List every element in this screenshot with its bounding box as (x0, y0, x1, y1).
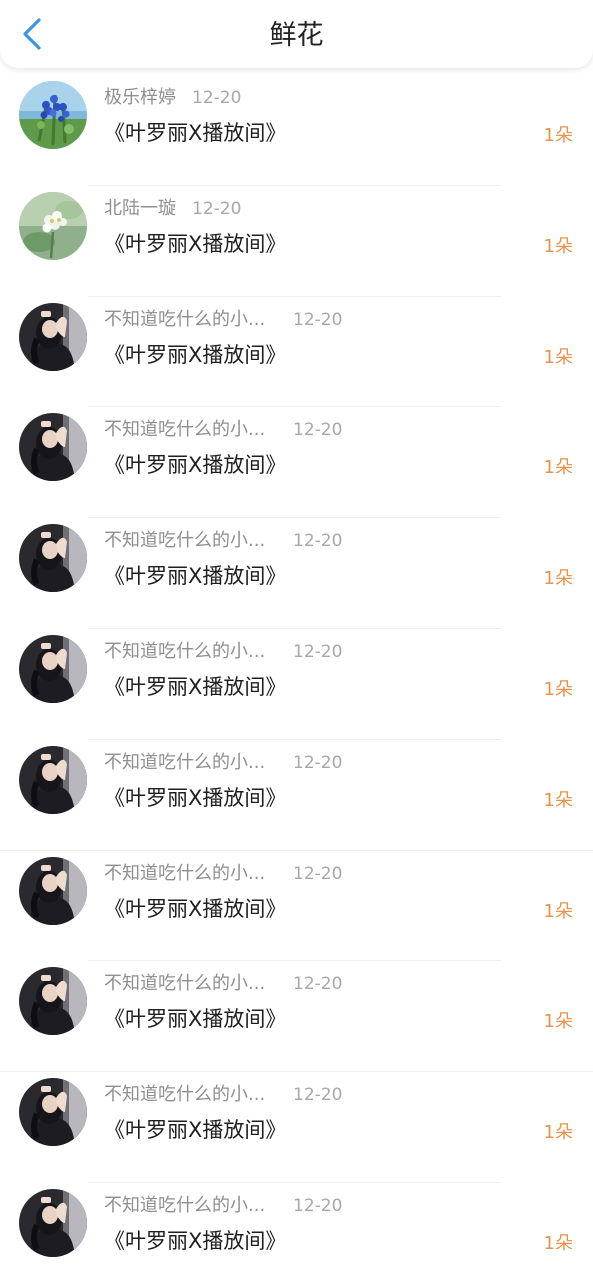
avatar[interactable] (19, 634, 87, 703)
gift-flower-list-screen: 鲜花 极乐梓婷 12-20 《叶罗丽X播放间》 1朵 北陆一璇 12-20 《叶罗丽X播放… (0, 0, 593, 1280)
room-name: 《叶罗丽X播放间》 (104, 674, 287, 699)
room-name: 《叶罗丽X播放间》 (104, 896, 287, 921)
list-item[interactable]: 北陆一璇 12-20 《叶罗丽X播放间》 1朵 (0, 186, 593, 297)
flower-count: 1朵 (543, 568, 573, 590)
user-name: 不知道吃什么的小... (104, 1084, 266, 1106)
item-date: 12-20 (293, 974, 343, 995)
list-item[interactable]: 不知道吃什么的小... 12-20 《叶罗丽X播放间》 1朵 (0, 740, 593, 851)
flower-count: 1朵 (543, 125, 573, 146)
item-meta: 北陆一璇 12-20 (104, 196, 241, 222)
flower-count: 1朵 (543, 789, 573, 811)
list-item[interactable]: 不知道吃什么的小... 12-20 《叶罗丽X播放间》 1朵 (0, 629, 593, 740)
user-name: 不知道吃什么的小... (104, 862, 266, 884)
user-name: 不知道吃什么的小... (104, 308, 266, 330)
room-name: 《叶罗丽X播放间》 (104, 564, 287, 589)
item-meta: 不知道吃什么的小... 12-20 (104, 1193, 342, 1219)
item-meta: 不知道吃什么的小... 12-20 (104, 528, 342, 554)
room-name: 《叶罗丽X播放间》 (104, 1228, 287, 1253)
list-item[interactable]: 不知道吃什么的小... 12-20 《叶罗丽X播放间》 1朵 (0, 407, 593, 518)
flower-count: 1朵 (543, 235, 573, 257)
item-date: 12-20 (293, 641, 343, 662)
flower-count: 1朵 (543, 1232, 573, 1254)
room-name: 《叶罗丽X播放间》 (104, 785, 287, 810)
user-name: 北陆一璇 (104, 197, 176, 219)
user-name: 不知道吃什么的小... (104, 530, 266, 552)
flower-count: 1朵 (543, 1011, 573, 1033)
item-meta: 不知道吃什么的小... 12-20 (104, 750, 342, 776)
avatar[interactable] (19, 856, 87, 925)
avatar[interactable] (19, 1188, 87, 1257)
room-name: 《叶罗丽X播放间》 (104, 231, 287, 256)
flower-count: 1朵 (543, 678, 573, 700)
item-date: 12-20 (293, 1085, 343, 1106)
flower-count: 1朵 (543, 346, 573, 368)
flower-count: 1朵 (543, 900, 573, 922)
flower-count: 1朵 (543, 457, 573, 479)
avatar[interactable] (19, 1078, 87, 1147)
avatar[interactable] (19, 191, 87, 260)
item-meta: 不知道吃什么的小... 12-20 (104, 1082, 342, 1108)
item-date: 12-20 (293, 1195, 343, 1216)
item-date: 12-20 (293, 752, 343, 773)
item-meta: 不知道吃什么的小... 12-20 (104, 971, 342, 997)
user-name: 不知道吃什么的小... (104, 751, 266, 773)
avatar[interactable] (19, 524, 87, 593)
avatar[interactable] (19, 302, 87, 371)
list-item[interactable]: 不知道吃什么的小... 12-20 《叶罗丽X播放间》 1朵 (0, 297, 593, 408)
avatar[interactable] (19, 81, 87, 149)
avatar[interactable] (19, 745, 87, 814)
avatar[interactable] (19, 967, 87, 1036)
room-name: 《叶罗丽X播放间》 (104, 1118, 287, 1143)
item-date: 12-20 (192, 198, 242, 219)
page-title: 鲜花 (269, 20, 324, 51)
list-item[interactable]: 不知道吃什么的小... 12-20 《叶罗丽X播放间》 1朵 (0, 961, 593, 1072)
list-item[interactable]: 不知道吃什么的小... 12-20 《叶罗丽X播放间》 1朵 (0, 1072, 593, 1183)
item-meta: 不知道吃什么的小... 12-20 (104, 639, 342, 665)
item-meta: 不知道吃什么的小... 12-20 (104, 417, 342, 443)
item-date: 12-20 (293, 420, 343, 441)
item-date: 12-20 (192, 88, 242, 108)
user-name: 不知道吃什么的小... (104, 419, 266, 441)
item-meta: 不知道吃什么的小... 12-20 (104, 307, 342, 333)
room-name: 《叶罗丽X播放间》 (104, 453, 287, 478)
flower-count: 1朵 (543, 1122, 573, 1144)
list-item[interactable]: 不知道吃什么的小... 12-20 《叶罗丽X播放间》 1朵 (0, 851, 593, 962)
room-name: 《叶罗丽X播放间》 (104, 1007, 287, 1032)
user-name: 极乐梓婷 (104, 87, 176, 108)
item-date: 12-20 (293, 863, 343, 884)
item-date: 12-20 (293, 309, 343, 330)
list-item[interactable]: 不知道吃什么的小... 12-20 《叶罗丽X播放间》 1朵 (0, 518, 593, 629)
top-bar: 鲜花 (0, 0, 593, 68)
user-name: 不知道吃什么的小... (104, 640, 266, 662)
flower-record-list[interactable]: 极乐梓婷 12-20 《叶罗丽X播放间》 1朵 北陆一璇 12-20 《叶罗丽X播放间》 1… (0, 75, 593, 1280)
list-item[interactable]: 极乐梓婷 12-20 《叶罗丽X播放间》 1朵 (0, 75, 593, 186)
item-meta: 极乐梓婷 12-20 (104, 85, 241, 111)
room-name: 《叶罗丽X播放间》 (104, 121, 287, 145)
list-item[interactable]: 不知道吃什么的小... 12-20 《叶罗丽X播放间》 1朵 (0, 1183, 593, 1280)
avatar[interactable] (19, 413, 87, 482)
item-date: 12-20 (293, 531, 343, 552)
item-meta: 不知道吃什么的小... 12-20 (104, 861, 342, 887)
room-name: 《叶罗丽X播放间》 (104, 342, 287, 367)
user-name: 不知道吃什么的小... (104, 973, 266, 995)
user-name: 不知道吃什么的小... (104, 1194, 266, 1216)
